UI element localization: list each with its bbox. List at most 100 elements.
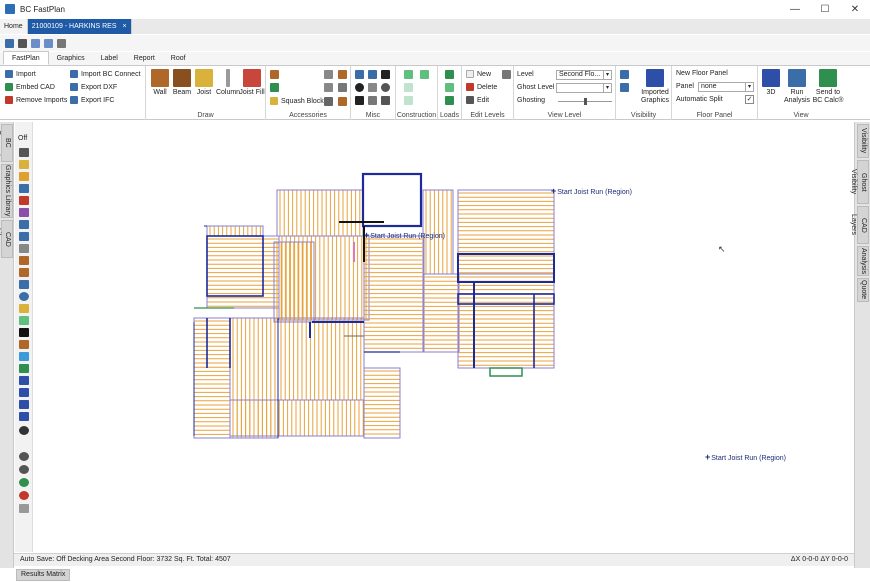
drawing-canvas[interactable]: +Start Joist Run (Region) +Start Joist R… [34,122,851,552]
edit-level-button[interactable]: Edit [466,96,489,104]
plan-region[interactable] [206,235,264,297]
export-dxf-button[interactable]: Export DXF [70,83,117,91]
grid-icon[interactable] [368,83,377,92]
panel-select[interactable]: none ▾ [698,82,754,92]
redo-icon[interactable] [44,38,53,48]
rim-icon[interactable] [324,97,333,106]
3d-button[interactable]: 3D [760,69,782,97]
plan-region[interactable] [457,253,555,283]
black-box-tool-icon[interactable] [19,328,29,337]
snap-tool-icon[interactable] [19,232,29,241]
filler-icon[interactable] [324,83,333,92]
stair-tool-icon[interactable] [19,280,29,289]
panel-tool-icon[interactable] [19,376,29,385]
measure-icon[interactable] [368,70,377,79]
save-icon[interactable] [5,38,14,48]
level-select[interactable]: Second Flo... ▾ [556,70,612,80]
run-analysis-button[interactable]: Run Analysis [782,69,812,105]
zoom-out-icon[interactable] [19,491,29,500]
tab-graphics[interactable]: Graphics [49,52,93,65]
plan-region[interactable] [457,273,555,369]
trim-tool-icon[interactable] [19,196,29,205]
point-load-icon[interactable] [445,70,454,79]
tab-project[interactable]: 21000109 - HARKINS RES × [27,19,132,34]
fill-tool-icon[interactable] [19,304,29,313]
plan-region[interactable] [457,189,555,275]
ghosting-slider-thumb[interactable] [584,98,587,105]
imported-graphics-button[interactable]: Imported Graphics [640,69,670,105]
tab-results-matrix[interactable]: Results Matrix [16,569,71,581]
text-icon[interactable] [381,96,390,105]
plus-circle-icon[interactable] [355,83,364,92]
settings-icon[interactable] [57,38,66,48]
undo-icon[interactable] [31,38,40,48]
copy-level-icon[interactable] [502,70,511,79]
tab-quote[interactable]: Quote [857,278,869,302]
plan-region[interactable] [277,317,365,401]
visibility-icon[interactable] [620,70,629,79]
fan-tool-icon[interactable] [19,244,29,253]
backer-icon[interactable] [338,83,347,92]
wall-tool-icon[interactable] [19,256,29,265]
close-window-button[interactable]: ✕ [840,0,870,18]
line-tool-icon[interactable] [19,316,29,325]
plan-region[interactable] [193,317,231,439]
region-tool-icon[interactable] [19,400,29,409]
align-tool-icon[interactable] [19,184,29,193]
area-load-icon[interactable] [445,96,454,105]
split-tool-icon[interactable] [19,220,29,229]
construction-line-icon[interactable] [404,70,413,79]
tab-home[interactable]: Home [0,19,28,34]
squash-block-button[interactable]: Squash Block [270,97,324,105]
off-tool[interactable]: Off [18,135,27,142]
import-bc-connect-button[interactable]: Import BC Connect [70,70,141,78]
line-load-icon[interactable] [445,83,454,92]
start-joist-run-annotation-3[interactable]: +Start Joist Run (Region) [705,452,786,462]
new-floor-panel-button[interactable]: New Floor Panel [676,70,728,77]
tab-cad-layers[interactable]: CAD Layers [850,206,869,244]
tab-label[interactable]: Label [93,52,126,65]
pan-hand-icon[interactable] [19,504,29,513]
rotate-tool-icon[interactable] [19,148,29,157]
tab-fastplan[interactable]: FastPlan [3,51,49,65]
plan-region[interactable] [276,189,364,237]
tab-cad-library[interactable]: CAD Library [0,220,13,258]
tab-ghost-visibility[interactable]: Ghost Visibility [850,160,869,204]
zoom-window-icon[interactable] [19,452,29,461]
hanger-icon[interactable] [270,70,279,79]
web-stiffener-icon[interactable] [338,70,347,79]
tab-report[interactable]: Report [126,52,163,65]
close-tab-icon[interactable]: × [123,23,127,30]
squash-icon[interactable] [338,97,347,106]
table-icon[interactable] [368,96,377,105]
zoom-extents-icon[interactable] [19,465,29,474]
dimension-icon[interactable] [355,70,364,79]
construction-point-icon[interactable] [420,70,429,79]
automatic-split-checkbox[interactable]: ✓ [745,95,754,104]
hole-icon[interactable] [324,70,333,79]
joist-tool-icon[interactable] [19,160,29,169]
point-icon[interactable] [381,70,390,79]
plan-region[interactable] [363,367,401,439]
plan-region[interactable] [489,367,523,377]
triangle-tool-icon[interactable] [19,364,29,373]
sheathing-tool-icon[interactable] [19,352,29,361]
schedule-tool-icon[interactable] [19,412,29,421]
beam-tool-icon[interactable] [19,268,29,277]
tab-roof[interactable]: Roof [163,52,194,65]
save-all-icon[interactable] [18,38,27,48]
export-ifc-button[interactable]: Export IFC [70,96,114,104]
zoom-in-icon[interactable] [19,478,29,487]
ghost-level-select[interactable]: ▾ [556,83,612,93]
ghost-visibility-icon[interactable] [620,83,629,92]
blocking-icon[interactable] [270,83,279,92]
start-joist-run-annotation-2[interactable]: +Start Joist Run (Region) [364,230,445,240]
area-tool-icon[interactable] [19,340,29,349]
new-level-button[interactable]: New [466,70,491,78]
extend-tool-icon[interactable] [19,208,29,217]
import-button[interactable]: Import [5,70,36,78]
tab-graphics-library[interactable]: Graphics Library [1,164,13,218]
shape-icon[interactable] [355,96,364,105]
construction-h-icon[interactable] [404,83,413,92]
remove-imports-button[interactable]: Remove Imports [5,96,67,104]
